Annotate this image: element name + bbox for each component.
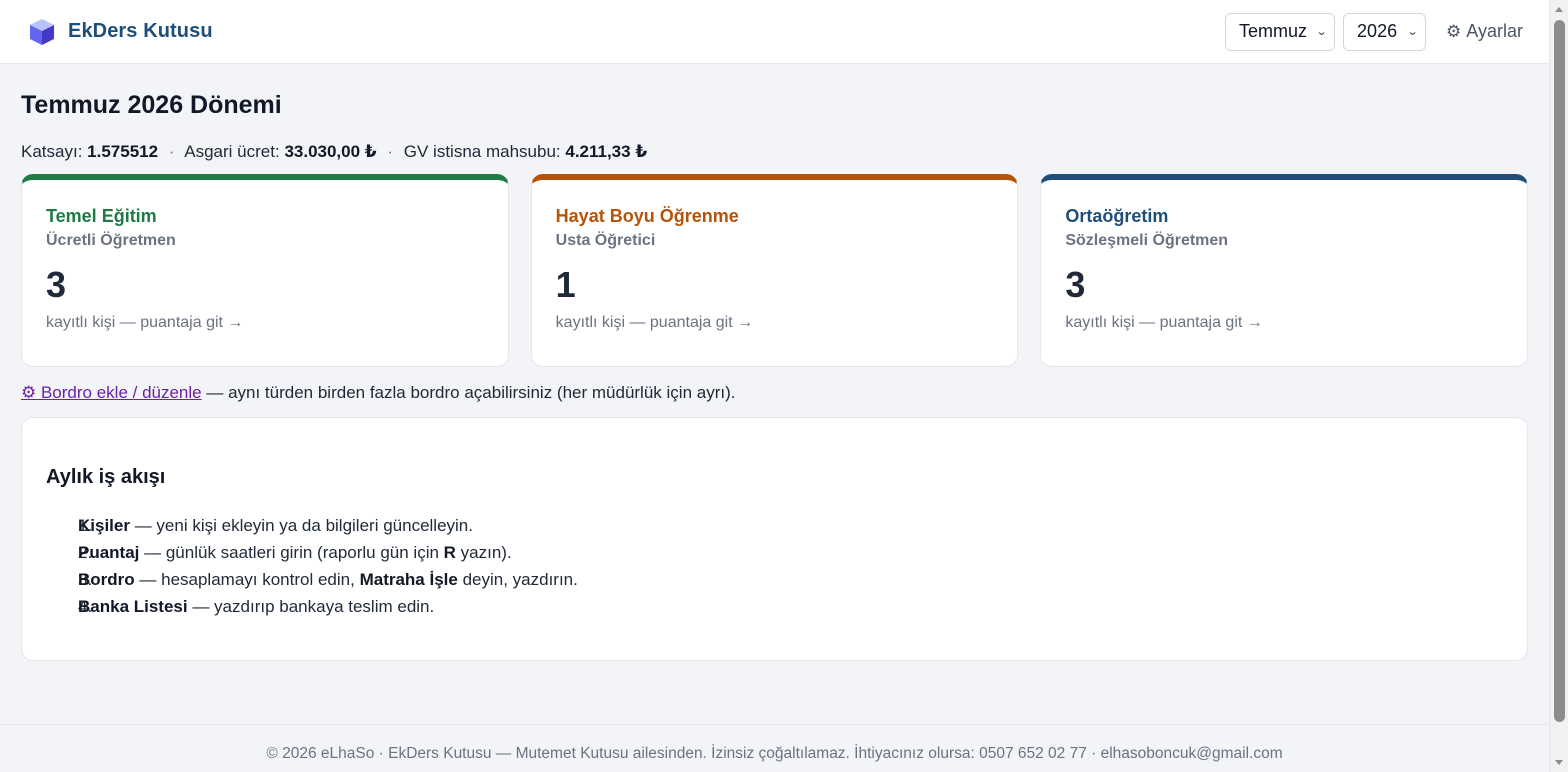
year-select[interactable]: 2026 ⌄ <box>1343 12 1427 51</box>
gv-value: 4.211,33 ₺ <box>565 142 648 161</box>
card-link[interactable]: kayıtlı kişi — puantaja git → <box>46 314 484 332</box>
step-text: yazın). <box>455 543 512 562</box>
gv-label: GV istisna mahsubu: <box>403 142 561 161</box>
step-title: Puantaj <box>78 543 140 562</box>
settings-label: Ayarlar <box>1466 21 1523 41</box>
list-item: 3.Bordro — hesaplamayı kontrol edin, Mat… <box>78 570 578 589</box>
step-text: deyin, yazdırın. <box>457 570 578 589</box>
card-hayat-boyu-ogrenme[interactable]: Hayat Boyu Öğrenme Usta Öğretici 1 kayıt… <box>530 174 1019 367</box>
footer: © 2026 eLhaSo · EkDers Kutusu — Mutemet … <box>0 724 1549 772</box>
period-meta: Katsayı: 1.575512 · Asgari ücret: 33.030… <box>21 142 1528 164</box>
card-count: 1 <box>555 264 576 305</box>
card-subtitle: Sözleşmeli Öğretmen <box>1065 232 1229 249</box>
card-subtitle: Ücretli Öğretmen <box>46 232 176 249</box>
bordro-line: ⚙ Bordro ekle / düzenle — aynı türden bi… <box>21 383 1528 405</box>
footer-text: © 2026 eLhaSo · EkDers Kutusu — Mutemet … <box>266 745 1283 762</box>
chevron-down-icon: ⌄ <box>1315 26 1328 38</box>
card-count: 3 <box>46 264 67 305</box>
list-item: 1.Kişiler — yeni kişi ekleyin ya da bilg… <box>78 516 473 535</box>
separator: · <box>387 142 394 161</box>
step-text: — hesaplamayı kontrol edin, <box>134 570 360 589</box>
katsayi-label: Katsayı: <box>21 142 83 161</box>
brand-name: EkDers Kutusu <box>68 20 213 42</box>
step-text: — yazdırıp bankaya teslim edin. <box>187 597 435 616</box>
bordro-edit-link[interactable]: ⚙ Bordro ekle / düzenle <box>21 383 202 402</box>
bordro-note: — aynı türden birden fazla bordro açabil… <box>201 383 736 402</box>
step-title: Banka Listesi <box>78 597 188 616</box>
card-title: Ortaöğretim <box>1065 206 1169 226</box>
katsayi-value: 1.575512 <box>87 142 159 161</box>
scroll-down-icon[interactable] <box>1555 760 1563 765</box>
vertical-scrollbar[interactable] <box>1549 0 1568 772</box>
main-content: Temmuz 2026 Dönemi Katsayı: 1.575512 · A… <box>21 64 1529 661</box>
scroll-up-icon[interactable] <box>1555 7 1563 12</box>
step-emphasis: Matraha İşle <box>359 570 458 589</box>
cube-logo-icon <box>30 18 54 45</box>
step-title: Kişiler <box>78 516 130 535</box>
card-subtitle: Usta Öğretici <box>555 232 656 249</box>
top-bar: EkDers Kutusu Temmuz ⌄ 2026 ⌄ ⚙ Ayarlar <box>0 0 1549 64</box>
workflow-title: Aylık iş akışı <box>46 466 166 488</box>
year-select-value: 2026 <box>1357 21 1398 41</box>
workflow-panel: Aylık iş akışı 1.Kişiler — yeni kişi ekl… <box>21 417 1528 661</box>
settings-link[interactable]: ⚙ Ayarlar <box>1446 21 1523 42</box>
asgari-value: 33.030,00 ₺ <box>284 142 377 161</box>
card-link[interactable]: kayıtlı kişi — puantaja git → <box>1065 314 1503 332</box>
list-item: 4.Banka Listesi — yazdırıp bankaya tesli… <box>78 597 435 616</box>
month-select[interactable]: Temmuz ⌄ <box>1225 12 1336 51</box>
asgari-label: Asgari ücret: <box>184 142 280 161</box>
month-select-value: Temmuz <box>1239 21 1308 41</box>
card-temel-egitim[interactable]: Temel Eğitim Ücretli Öğretmen 3 kayıtlı … <box>21 174 509 367</box>
list-item: 2.Puantaj — günlük saatleri girin (rapor… <box>78 543 512 562</box>
page-title: Temmuz 2026 Dönemi <box>21 91 282 119</box>
card-title: Temel Eğitim <box>46 206 157 226</box>
card-count: 3 <box>1065 264 1086 305</box>
card-title: Hayat Boyu Öğrenme <box>555 206 739 226</box>
step-text: — günlük saatleri girin (raporlu gün içi… <box>139 543 444 562</box>
card-ortaogretim[interactable]: Ortaöğretim Sözleşmeli Öğretmen 3 kayıtl… <box>1040 174 1529 367</box>
workflow-steps: 1.Kişiler — yeni kişi ekleyin ya da bilg… <box>46 512 1503 620</box>
step-text: — yeni kişi ekleyin ya da bilgileri günc… <box>129 516 473 535</box>
separator: · <box>168 142 175 161</box>
step-emphasis: R <box>443 543 456 562</box>
card-link[interactable]: kayıtlı kişi — puantaja git → <box>556 314 994 332</box>
gear-icon: ⚙ <box>1446 21 1462 41</box>
step-title: Bordro <box>78 570 135 589</box>
brand[interactable]: EkDers Kutusu <box>28 17 213 47</box>
chevron-down-icon: ⌄ <box>1406 26 1419 38</box>
scrollbar-thumb[interactable] <box>1554 20 1565 722</box>
payroll-cards: Temel Eğitim Ücretli Öğretmen 3 kayıtlı … <box>21 174 1529 367</box>
